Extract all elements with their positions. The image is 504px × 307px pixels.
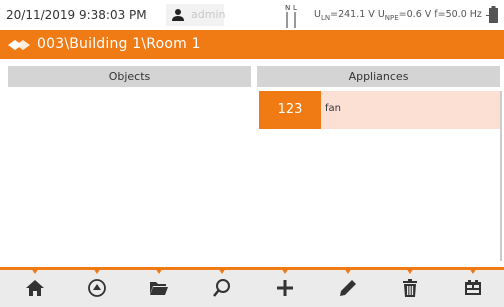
uln-sub: LN <box>320 13 331 22</box>
appliance-number: 123 <box>259 91 321 129</box>
user-icon <box>172 9 184 21</box>
edit-icon <box>340 280 356 296</box>
upe-sub: NPE <box>384 13 399 22</box>
appliance-name: fan <box>325 103 341 114</box>
edit-button[interactable] <box>328 272 368 304</box>
uln-label: U <box>314 9 321 20</box>
add-button[interactable] <box>265 272 305 304</box>
battery-plug-icon <box>486 6 498 23</box>
folder-button[interactable] <box>139 272 179 304</box>
delete-icon <box>403 279 417 297</box>
upe-label: U <box>374 9 385 20</box>
objects-panel-header[interactable]: Objects <box>8 66 251 87</box>
appliances-panel-header[interactable]: Appliances <box>257 66 500 87</box>
measure-button[interactable] <box>453 272 493 304</box>
location-path: 003\Building 1\Room 1 <box>37 36 201 52</box>
frequency-value: f=50.0 Hz <box>431 9 482 20</box>
nl-n-label: N <box>285 4 290 12</box>
up-level-button[interactable] <box>77 272 117 304</box>
datetime: 20/11/2019 9:38:03 PM <box>6 8 147 22</box>
home-button[interactable] <box>15 272 55 304</box>
measure-icon <box>465 280 481 295</box>
user-name: admin <box>191 8 226 21</box>
location-bar[interactable]: 003\Building 1\Room 1 <box>0 30 504 59</box>
appliance-list-item[interactable]: 123 fan <box>259 91 500 129</box>
appliances-panel-border <box>500 91 502 261</box>
nl-l-label: L <box>293 4 297 12</box>
search-button[interactable] <box>202 272 242 304</box>
delete-button[interactable] <box>390 272 430 304</box>
uln-value: =241.1 V <box>330 9 375 20</box>
nl-indicator-icon: N L <box>285 4 297 28</box>
voltage-readings: ULN=241.1 V UNPE=0.6 V f=50.0 Hz <box>314 9 482 22</box>
up-level-icon <box>88 279 106 297</box>
status-bar: 20/11/2019 9:38:03 PM admin N L ULN=241.… <box>0 0 504 30</box>
add-icon <box>277 280 293 296</box>
search-icon <box>213 279 230 297</box>
upe-value: =0.6 V <box>398 9 432 20</box>
hierarchy-icon <box>8 40 30 50</box>
folder-icon <box>150 282 168 295</box>
home-icon <box>26 280 44 296</box>
